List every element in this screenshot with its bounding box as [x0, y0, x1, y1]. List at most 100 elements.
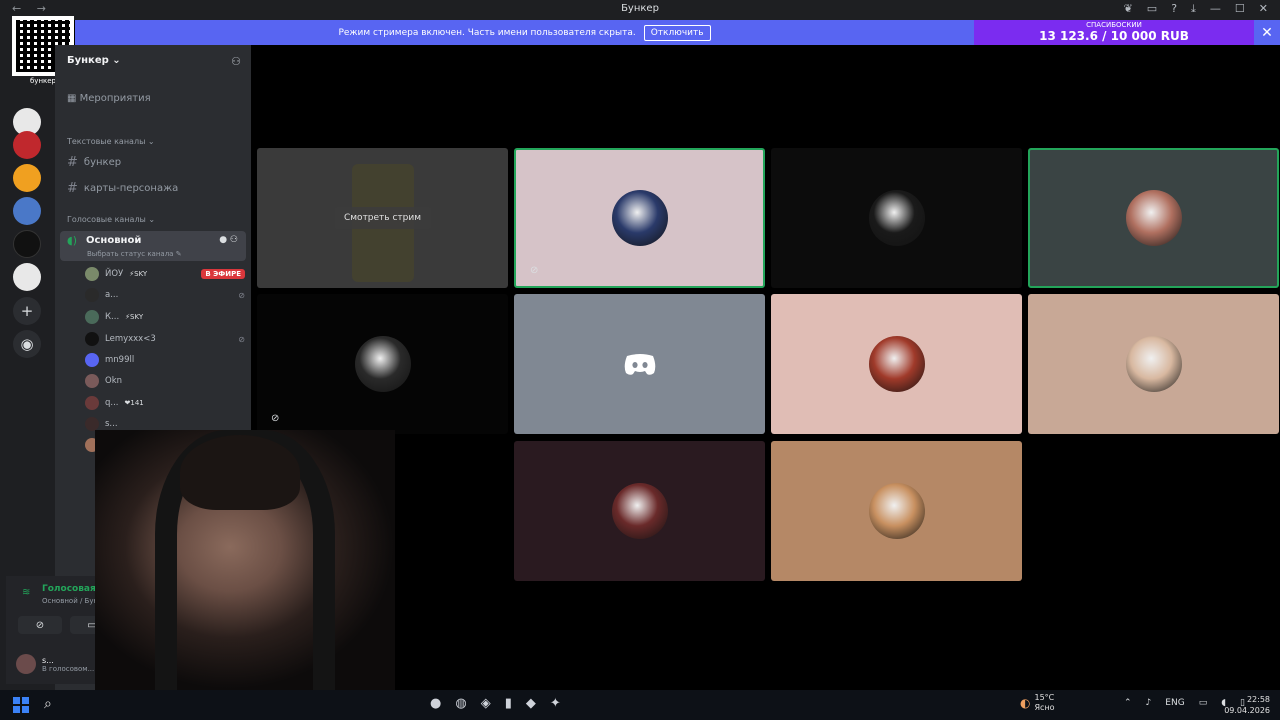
server-icon[interactable] — [13, 164, 41, 192]
voice-channel-name: Основной — [86, 235, 142, 246]
voice-member[interactable]: Okn — [85, 372, 245, 390]
explore-icon[interactable]: ◉ — [13, 330, 41, 358]
app-icon[interactable]: ◆ — [526, 696, 536, 711]
avatar — [611, 190, 668, 246]
member-name: Okn — [105, 376, 122, 386]
network-icon[interactable]: ▭ — [1199, 698, 1208, 708]
banner-message: Режим стримера включен. Часть имени поль… — [338, 27, 636, 38]
app-icon[interactable]: ✦ — [550, 696, 561, 711]
nav-arrows[interactable]: ← → — [12, 2, 52, 15]
user-name: s... — [42, 655, 54, 665]
voice-member[interactable]: q... ❤141 — [85, 394, 245, 412]
text-category[interactable]: Текстовые каналы ⌄ — [67, 137, 155, 146]
voice-member[interactable]: ЙОУ ⚡SKY В ЭФИРЕ — [85, 265, 245, 283]
mic-muted-icon: ⊘ — [271, 413, 280, 424]
mic-muted-icon: ⊘ — [530, 265, 539, 276]
close-window-icon[interactable]: ✕ — [1259, 2, 1268, 16]
member-name: q... — [105, 398, 119, 408]
search-icon[interactable]: ⌕ — [44, 696, 52, 712]
participant-tile[interactable] — [1028, 148, 1279, 288]
participant-tile[interactable] — [771, 294, 1022, 434]
events-item[interactable]: ▦ Мероприятия — [67, 93, 151, 104]
discord-logo-icon — [624, 354, 655, 375]
voice-member[interactable]: a... ⊘ — [85, 286, 245, 304]
member-name: Lemyxxx<3 — [105, 334, 156, 344]
avatar — [16, 654, 36, 674]
voice-channel-status[interactable]: Выбрать статус канала ✎ — [87, 250, 182, 258]
avatar — [868, 190, 925, 246]
server-icon[interactable] — [13, 230, 41, 258]
participant-tile[interactable] — [514, 294, 765, 434]
voice-channel-actions[interactable]: ● ⚇ — [219, 235, 238, 245]
participant-tile[interactable]: ⊘ — [514, 148, 765, 288]
member-name: mn99ll — [105, 355, 135, 365]
avatar — [1125, 190, 1182, 246]
participant-tile[interactable] — [771, 148, 1022, 288]
mic-muted-icon: ⊘ — [238, 290, 245, 300]
title-bar: ← → Бункер ❦ ▭ ? ⤓ — ☐ ✕ — [0, 0, 1280, 20]
donation-amount: 13 123.6 / 10 000 RUB — [1039, 29, 1189, 43]
avatar — [868, 336, 925, 392]
member-tag: ❤141 — [124, 399, 144, 407]
voice-channel-main[interactable]: ◖) Основной Выбрать статус канала ✎ ● ⚇ — [60, 231, 246, 261]
stream-tile[interactable]: Смотреть стрим — [257, 148, 508, 288]
invite-icon[interactable]: ⚇ — [231, 55, 241, 68]
help-icon[interactable]: ? — [1171, 2, 1177, 16]
channel-cards[interactable]: # карты-персонажа — [67, 181, 178, 196]
nitro-icon[interactable]: ❦ — [1124, 2, 1133, 16]
voice-category[interactable]: Голосовые каналы ⌄ — [67, 215, 155, 224]
app-icon[interactable]: ◈ — [481, 696, 491, 711]
member-name: ЙОУ — [105, 269, 124, 279]
windows-start-icon[interactable] — [13, 697, 29, 713]
download-icon[interactable]: ⤓ — [1191, 2, 1196, 16]
participant-tile[interactable] — [771, 441, 1022, 581]
watch-stream-button[interactable]: Смотреть стрим — [333, 207, 432, 229]
server-icon[interactable] — [13, 197, 41, 225]
user-status: В голосовом... — [42, 664, 95, 673]
voice-member[interactable]: mn99ll — [85, 351, 245, 369]
avatar — [85, 267, 99, 281]
minimize-icon[interactable]: — — [1210, 2, 1221, 16]
camera-off-button[interactable]: ⊘ — [18, 616, 62, 634]
webcam-overlay — [95, 430, 395, 690]
donation-goal: СПАСИБОСКИИ 13 123.6 / 10 000 RUB — [974, 20, 1254, 45]
weather-widget[interactable]: ◐ 15°C Ясно — [1020, 693, 1055, 713]
app-icon[interactable]: ◍ — [455, 696, 466, 711]
avatar — [85, 396, 99, 410]
inbox-icon[interactable]: ▭ — [1147, 2, 1157, 16]
avatar — [611, 483, 668, 539]
disable-streamer-mode-button[interactable]: Отключить — [643, 24, 711, 41]
hash-icon: # — [67, 155, 78, 170]
app-icon[interactable]: ● — [430, 696, 441, 711]
add-server-icon[interactable]: + — [13, 297, 41, 325]
voice-member[interactable]: К... ⚡SKY — [85, 308, 245, 326]
server-icon[interactable] — [13, 131, 41, 159]
window-title: Бункер — [621, 3, 659, 14]
voice-stage: Смотреть стрим ⊘ ⊘ — [251, 45, 1280, 690]
language-indicator[interactable]: ENG — [1165, 698, 1184, 708]
participant-tile[interactable]: ⊘ — [257, 294, 508, 434]
participant-tile[interactable] — [1028, 294, 1279, 434]
server-icon[interactable] — [13, 263, 41, 291]
user-panel[interactable]: s... В голосовом... — [16, 654, 94, 674]
participant-tile[interactable] — [514, 441, 765, 581]
live-badge: В ЭФИРЕ — [201, 269, 245, 279]
app-icon[interactable]: ▮ — [505, 696, 512, 711]
avatar — [1125, 336, 1182, 392]
banner-close-icon[interactable]: ✕ — [1254, 20, 1280, 45]
signal-icon[interactable]: ≋ — [22, 587, 30, 598]
avatar — [85, 353, 99, 367]
guild-name-header[interactable]: Бункер ⌄ — [67, 55, 121, 66]
avatar — [85, 310, 99, 324]
maximize-icon[interactable]: ☐ — [1235, 2, 1245, 16]
streamer-mode-banner: Режим стримера включен. Часть имени поль… — [75, 20, 974, 45]
chevron-up-icon[interactable]: ⌃ — [1124, 698, 1132, 708]
speaker-icon: ◖) — [67, 234, 78, 247]
avatar — [85, 332, 99, 346]
hash-icon: # — [67, 181, 78, 196]
voice-member[interactable]: Lemyxxx<3 ⊘ — [85, 330, 245, 348]
title-icons: ❦ ▭ ? ⤓ — ☐ ✕ — [1124, 2, 1268, 16]
mic-icon[interactable]: ♪ — [1146, 698, 1152, 708]
clock[interactable]: 22:58 09.04.2026 — [1224, 694, 1270, 716]
channel-bunker[interactable]: # бункер — [67, 155, 121, 170]
